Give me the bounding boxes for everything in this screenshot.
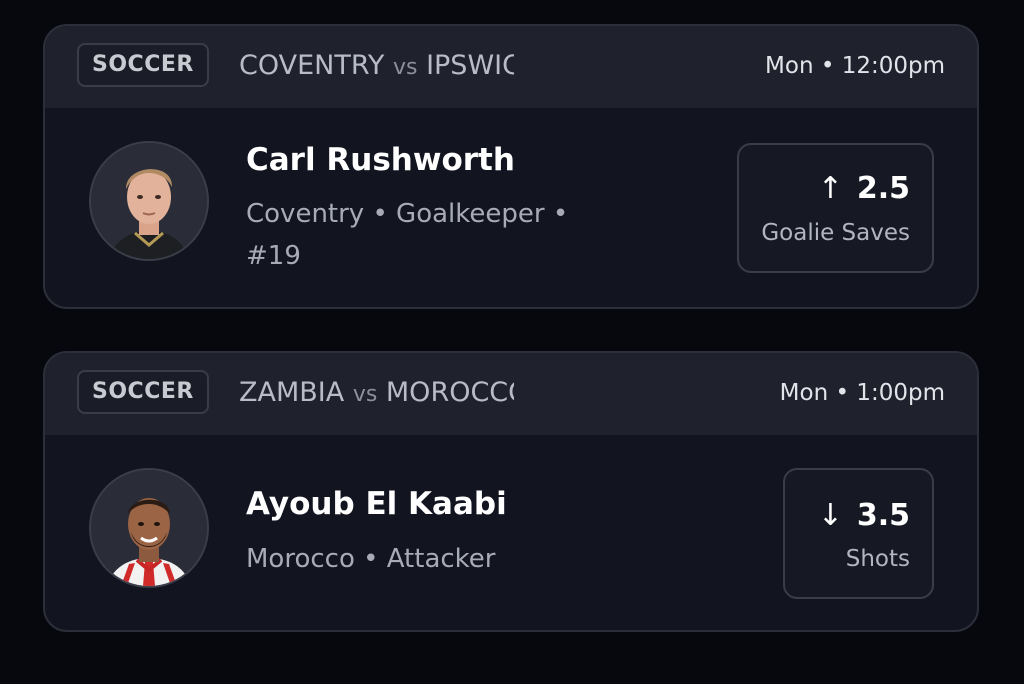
line-value: 2.5: [856, 171, 910, 206]
avatar: [89, 468, 209, 588]
matchup: COVENTRY vs IPSWICH: [239, 46, 514, 88]
player-headshot-icon: [91, 470, 207, 586]
player-info: Morocco • Attacker: [246, 544, 496, 574]
pick-card[interactable]: SOCCER COVENTRY vs IPSWICH Mon • 12:00pm…: [43, 24, 979, 309]
over-under-button[interactable]: ↑ 2.5 Goalie Saves: [737, 143, 934, 273]
card-header: SOCCER COVENTRY vs IPSWICH Mon • 12:00pm: [45, 26, 977, 108]
game-time: Mon • 12:00pm: [765, 53, 945, 79]
player-info: Coventry • Goalkeeper • #19: [246, 199, 569, 271]
arrow-down-icon: ↓: [817, 498, 843, 533]
over-under-button[interactable]: ↓ 3.5 Shots: [783, 468, 934, 599]
stat-type: Goalie Saves: [761, 220, 910, 246]
prop-line: ↓ 3.5: [818, 498, 910, 534]
arrow-up-icon: ↑: [817, 171, 843, 206]
line-value: 3.5: [856, 498, 910, 533]
team-a: COVENTRY: [239, 50, 385, 81]
team-a: ZAMBIA: [239, 377, 345, 408]
vs-label: vs: [352, 382, 378, 407]
stat-type: Shots: [845, 546, 910, 572]
game-time: Mon • 1:00pm: [779, 380, 945, 406]
avatar: [89, 141, 209, 261]
pick-card[interactable]: SOCCER ZAMBIA vs MOROCCO Mon • 1:00pm: [43, 351, 979, 632]
matchup: ZAMBIA vs MOROCCO: [239, 373, 514, 415]
player-name: Carl Rushworth: [246, 142, 515, 178]
vs-label: vs: [392, 55, 418, 80]
sport-badge: SOCCER: [77, 43, 209, 87]
player-headshot-icon: [91, 143, 207, 259]
team-b: IPSWICH: [426, 50, 514, 81]
prop-line: ↑ 2.5: [818, 171, 910, 207]
sport-badge: SOCCER: [77, 370, 209, 414]
player-name: Ayoub El Kaabi: [246, 486, 507, 522]
team-b: MOROCCO: [385, 377, 514, 408]
card-header: SOCCER ZAMBIA vs MOROCCO Mon • 1:00pm: [45, 353, 977, 435]
